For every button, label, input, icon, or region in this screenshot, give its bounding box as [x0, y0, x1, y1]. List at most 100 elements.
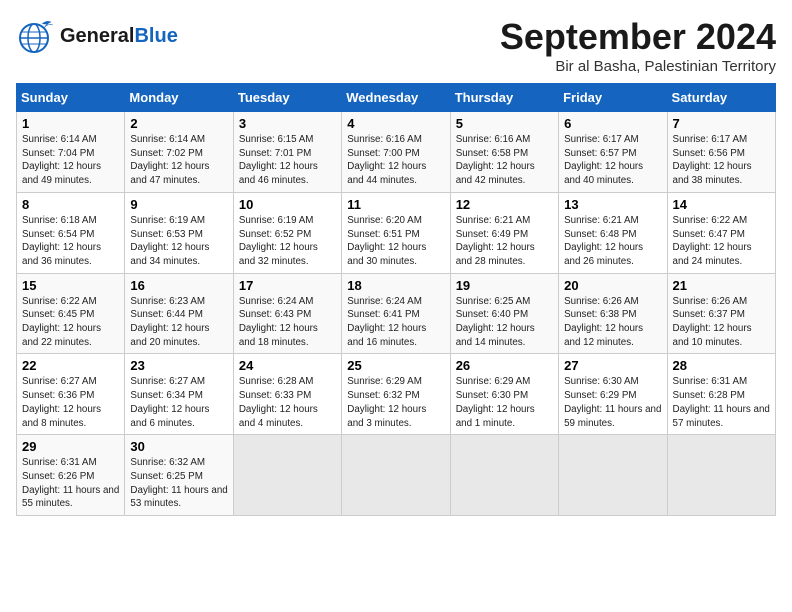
title-section: September 2024 Bir al Basha, Palestinian…	[500, 16, 776, 75]
cell-info: Sunrise: 6:19 AMSunset: 6:52 PMDaylight:…	[239, 214, 336, 269]
calendar-day-18: 18 Sunrise: 6:24 AMSunset: 6:41 PMDayligh…	[342, 273, 450, 354]
cell-info: Sunrise: 6:29 AMSunset: 6:30 PMDaylight:…	[456, 375, 553, 430]
calendar-day-10: 10 Sunrise: 6:19 AMSunset: 6:52 PMDayligh…	[233, 192, 341, 273]
cell-info: Sunrise: 6:17 AMSunset: 6:57 PMDaylight:…	[564, 133, 661, 188]
calendar-week-2: 8 Sunrise: 6:18 AMSunset: 6:54 PMDaylight…	[17, 192, 776, 273]
calendar-day-9: 9 Sunrise: 6:19 AMSunset: 6:53 PMDaylight…	[125, 192, 233, 273]
cell-info: Sunrise: 6:19 AMSunset: 6:53 PMDaylight:…	[130, 214, 227, 269]
cell-info: Sunrise: 6:21 AMSunset: 6:48 PMDaylight:…	[564, 214, 661, 269]
day-number: 17	[239, 278, 336, 293]
cell-info: Sunrise: 6:26 AMSunset: 6:37 PMDaylight:…	[673, 295, 770, 350]
calendar-day-empty	[450, 435, 558, 516]
day-number: 9	[130, 197, 227, 212]
calendar-day-30: 30 Sunrise: 6:32 AMSunset: 6:25 PMDayligh…	[125, 435, 233, 516]
cell-info: Sunrise: 6:28 AMSunset: 6:33 PMDaylight:…	[239, 375, 336, 430]
day-number: 5	[456, 116, 553, 131]
column-header-wednesday: Wednesday	[342, 84, 450, 112]
calendar-day-4: 4 Sunrise: 6:16 AMSunset: 7:00 PMDaylight…	[342, 112, 450, 193]
calendar-day-11: 11 Sunrise: 6:20 AMSunset: 6:51 PMDayligh…	[342, 192, 450, 273]
calendar-day-13: 13 Sunrise: 6:21 AMSunset: 6:48 PMDayligh…	[559, 192, 667, 273]
cell-info: Sunrise: 6:22 AMSunset: 6:45 PMDaylight:…	[22, 295, 119, 350]
day-number: 8	[22, 197, 119, 212]
day-number: 25	[347, 358, 444, 373]
calendar-day-25: 25 Sunrise: 6:29 AMSunset: 6:32 PMDayligh…	[342, 354, 450, 435]
logo-text: GeneralBlue	[60, 25, 178, 47]
column-header-friday: Friday	[559, 84, 667, 112]
day-number: 6	[564, 116, 661, 131]
calendar-day-empty	[667, 435, 775, 516]
cell-info: Sunrise: 6:18 AMSunset: 6:54 PMDaylight:…	[22, 214, 119, 269]
calendar-week-4: 22 Sunrise: 6:27 AMSunset: 6:36 PMDayligh…	[17, 354, 776, 435]
cell-info: Sunrise: 6:29 AMSunset: 6:32 PMDaylight:…	[347, 375, 444, 430]
cell-info: Sunrise: 6:25 AMSunset: 6:40 PMDaylight:…	[456, 295, 553, 350]
calendar-day-15: 15 Sunrise: 6:22 AMSunset: 6:45 PMDayligh…	[17, 273, 125, 354]
calendar-header-row: SundayMondayTuesdayWednesdayThursdayFrid…	[17, 84, 776, 112]
day-number: 13	[564, 197, 661, 212]
day-number: 15	[22, 278, 119, 293]
cell-info: Sunrise: 6:32 AMSunset: 6:25 PMDaylight:…	[130, 456, 227, 511]
column-header-tuesday: Tuesday	[233, 84, 341, 112]
cell-info: Sunrise: 6:14 AMSunset: 7:04 PMDaylight:…	[22, 133, 119, 188]
calendar-day-16: 16 Sunrise: 6:23 AMSunset: 6:44 PMDayligh…	[125, 273, 233, 354]
cell-info: Sunrise: 6:22 AMSunset: 6:47 PMDaylight:…	[673, 214, 770, 269]
cell-info: Sunrise: 6:21 AMSunset: 6:49 PMDaylight:…	[456, 214, 553, 269]
cell-info: Sunrise: 6:15 AMSunset: 7:01 PMDaylight:…	[239, 133, 336, 188]
logo: GeneralBlue	[16, 16, 178, 56]
day-number: 27	[564, 358, 661, 373]
calendar-day-27: 27 Sunrise: 6:30 AMSunset: 6:29 PMDayligh…	[559, 354, 667, 435]
calendar-day-20: 20Sunrise: 6:26 AMSunset: 6:38 PMDayligh…	[559, 273, 667, 354]
calendar-day-14: 14 Sunrise: 6:22 AMSunset: 6:47 PMDayligh…	[667, 192, 775, 273]
cell-info: Sunrise: 6:23 AMSunset: 6:44 PMDaylight:…	[130, 295, 227, 350]
calendar-day-empty	[559, 435, 667, 516]
day-number: 28	[673, 358, 770, 373]
page-header: GeneralBlue September 2024 Bir al Basha,…	[16, 16, 776, 75]
cell-info: Sunrise: 6:27 AMSunset: 6:34 PMDaylight:…	[130, 375, 227, 430]
calendar-day-24: 24Sunrise: 6:28 AMSunset: 6:33 PMDayligh…	[233, 354, 341, 435]
cell-info: Sunrise: 6:20 AMSunset: 6:51 PMDaylight:…	[347, 214, 444, 269]
calendar-day-2: 2Sunrise: 6:14 AMSunset: 7:02 PMDaylight…	[125, 112, 233, 193]
calendar-day-22: 22 Sunrise: 6:27 AMSunset: 6:36 PMDayligh…	[17, 354, 125, 435]
day-number: 11	[347, 197, 444, 212]
day-number: 1	[22, 116, 119, 131]
calendar-week-5: 29Sunrise: 6:31 AMSunset: 6:26 PMDayligh…	[17, 435, 776, 516]
day-number: 4	[347, 116, 444, 131]
calendar-day-23: 23 Sunrise: 6:27 AMSunset: 6:34 PMDayligh…	[125, 354, 233, 435]
calendar-day-17: 17 Sunrise: 6:24 AMSunset: 6:43 PMDayligh…	[233, 273, 341, 354]
calendar-week-3: 15 Sunrise: 6:22 AMSunset: 6:45 PMDayligh…	[17, 273, 776, 354]
cell-info: Sunrise: 6:27 AMSunset: 6:36 PMDaylight:…	[22, 375, 119, 430]
cell-info: Sunrise: 6:31 AMSunset: 6:28 PMDaylight:…	[673, 375, 770, 430]
day-number: 3	[239, 116, 336, 131]
day-number: 12	[456, 197, 553, 212]
calendar-day-12: 12 Sunrise: 6:21 AMSunset: 6:49 PMDayligh…	[450, 192, 558, 273]
cell-info: Sunrise: 6:16 AMSunset: 7:00 PMDaylight:…	[347, 133, 444, 188]
calendar-table: SundayMondayTuesdayWednesdayThursdayFrid…	[16, 83, 776, 516]
calendar-day-26: 26Sunrise: 6:29 AMSunset: 6:30 PMDayligh…	[450, 354, 558, 435]
day-number: 16	[130, 278, 227, 293]
day-number: 21	[673, 278, 770, 293]
cell-info: Sunrise: 6:26 AMSunset: 6:38 PMDaylight:…	[564, 295, 661, 350]
calendar-day-3: 3 Sunrise: 6:15 AMSunset: 7:01 PMDaylight…	[233, 112, 341, 193]
cell-info: Sunrise: 6:24 AMSunset: 6:41 PMDaylight:…	[347, 295, 444, 350]
calendar-day-21: 21 Sunrise: 6:26 AMSunset: 6:37 PMDayligh…	[667, 273, 775, 354]
day-number: 22	[22, 358, 119, 373]
calendar-day-6: 6 Sunrise: 6:17 AMSunset: 6:57 PMDaylight…	[559, 112, 667, 193]
logo-icon	[16, 16, 56, 56]
cell-info: Sunrise: 6:30 AMSunset: 6:29 PMDaylight:…	[564, 375, 661, 430]
column-header-thursday: Thursday	[450, 84, 558, 112]
calendar-day-29: 29Sunrise: 6:31 AMSunset: 6:26 PMDayligh…	[17, 435, 125, 516]
day-number: 19	[456, 278, 553, 293]
day-number: 10	[239, 197, 336, 212]
day-number: 14	[673, 197, 770, 212]
calendar-day-7: 7 Sunrise: 6:17 AMSunset: 6:56 PMDaylight…	[667, 112, 775, 193]
cell-info: Sunrise: 6:24 AMSunset: 6:43 PMDaylight:…	[239, 295, 336, 350]
cell-info: Sunrise: 6:17 AMSunset: 6:56 PMDaylight:…	[673, 133, 770, 188]
day-number: 18	[347, 278, 444, 293]
calendar-day-28: 28 Sunrise: 6:31 AMSunset: 6:28 PMDayligh…	[667, 354, 775, 435]
month-title: September 2024	[500, 16, 776, 58]
calendar-day-empty	[233, 435, 341, 516]
cell-info: Sunrise: 6:14 AMSunset: 7:02 PMDaylight:…	[130, 133, 227, 188]
day-number: 7	[673, 116, 770, 131]
day-number: 30	[130, 439, 227, 454]
day-number: 23	[130, 358, 227, 373]
column-header-monday: Monday	[125, 84, 233, 112]
